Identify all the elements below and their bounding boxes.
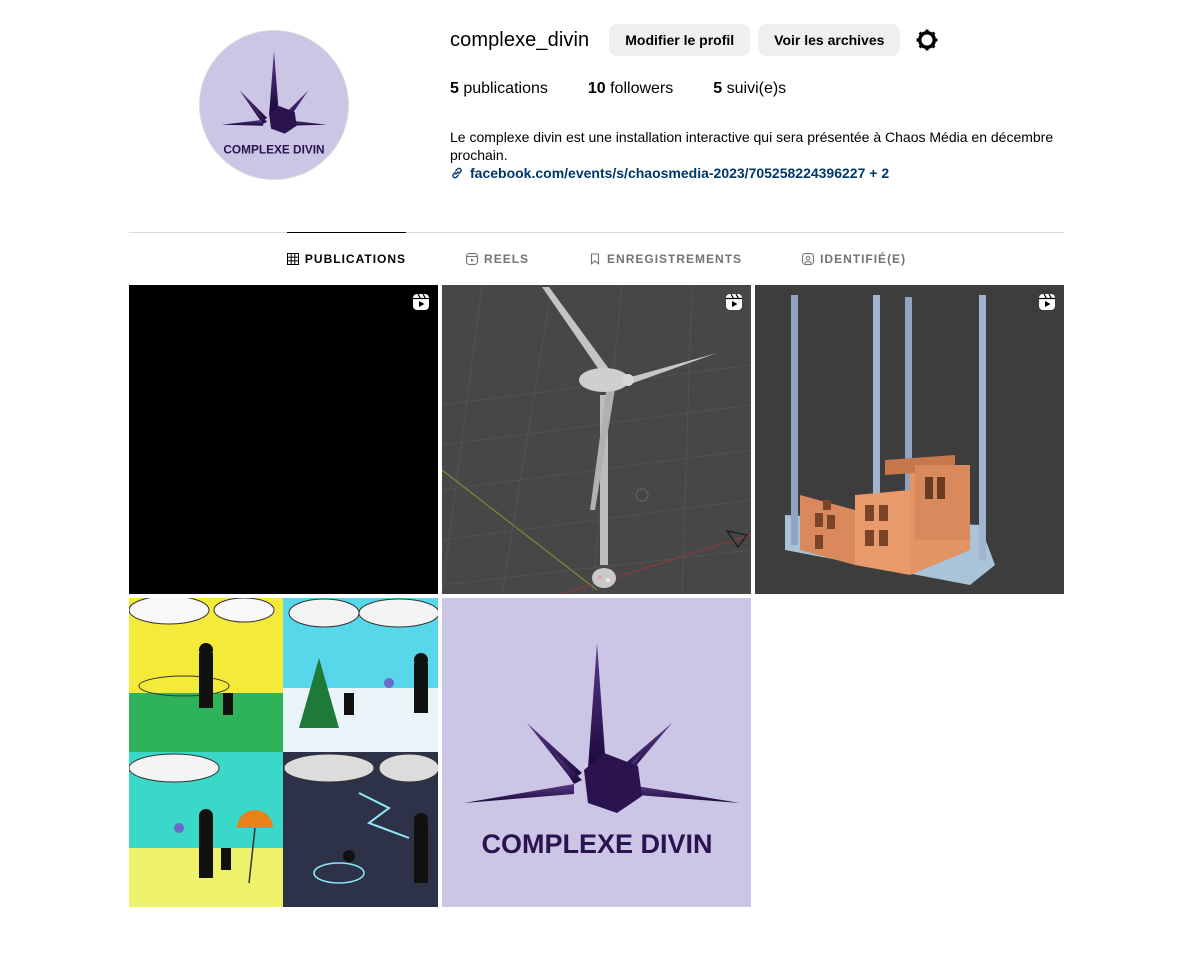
post-tile[interactable] [755,285,1064,594]
tab-label: REELS [484,252,530,266]
avatar-logo-text: COMPLEXE DIVIN [223,142,324,156]
following-label: suivi(e)s [726,80,787,97]
posts-count: 5 [450,80,459,97]
post-storyboard-thumbnail [129,598,438,907]
bookmark-icon [590,253,600,265]
posts-label: publications [463,80,548,97]
tab-tagged[interactable]: IDENTIFIÉ(E) [802,233,906,285]
tab-saved[interactable]: ENREGISTREMENTS [589,233,742,285]
followers-label: followers [610,80,674,97]
profile-header: COMPLEXE DIVIN complexe_divin Modifier l… [129,0,1064,232]
grid-icon [286,253,299,265]
following-stat[interactable]: 5 suivi(e)s [713,80,786,98]
post-tile[interactable] [442,285,751,594]
post-black-video-thumbnail [129,285,438,594]
avatar-logo-image: COMPLEXE DIVIN [200,31,348,179]
profile-bio: Le complexe divin est une installation i… [450,129,1054,163]
view-archive-button[interactable]: Voir les archives [758,24,901,56]
tab-label: PUBLICATIONS [304,252,407,266]
post-tile[interactable] [129,285,438,594]
following-count: 5 [713,80,723,97]
post-tile[interactable]: COMPLEXE DIVIN [442,598,751,907]
reels-icon [466,253,478,265]
posts-stat: 5 publications [450,80,548,98]
tab-reels[interactable]: REELS [466,233,529,285]
profile-info: complexe_divin Modifier le profil Voir l… [450,22,1070,182]
followers-stat[interactable]: 10 followers [588,80,673,98]
username: complexe_divin [450,28,590,51]
tab-label: ENREGISTREMENTS [607,252,743,266]
gear-icon[interactable] [914,27,940,53]
followers-count: 10 [587,80,606,97]
avatar[interactable]: COMPLEXE DIVIN [199,30,349,180]
tab-publications[interactable]: PUBLICATIONS [286,232,407,285]
post-building-thumbnail [755,285,1064,594]
tab-label: IDENTIFIÉ(E) [820,252,907,266]
reel-badge-icon [1039,293,1055,310]
link-icon [452,167,462,179]
tagged-icon [802,253,815,265]
post-logo-thumbnail: COMPLEXE DIVIN [442,598,751,907]
profile-link-text: facebook.com/events/s/chaosmedia-2023/70… [470,165,890,181]
reel-badge-icon [726,293,742,310]
logo-tile-text: COMPLEXE DIVIN [481,829,712,859]
profile-link[interactable]: facebook.com/events/s/chaosmedia-2023/70… [450,164,1070,182]
footer [118,957,1078,965]
reel-badge-icon [413,293,429,310]
edit-profile-button[interactable]: Modifier le profil [609,24,751,56]
profile-stats: 5 publications 10 followers 5 suivi(e)s [450,80,1070,98]
post-wind-turbine-thumbnail [442,285,751,594]
profile-tabs: PUBLICATIONS REELS ENREGISTREMENTS IDENT… [129,232,1064,285]
post-tile[interactable] [129,598,438,907]
